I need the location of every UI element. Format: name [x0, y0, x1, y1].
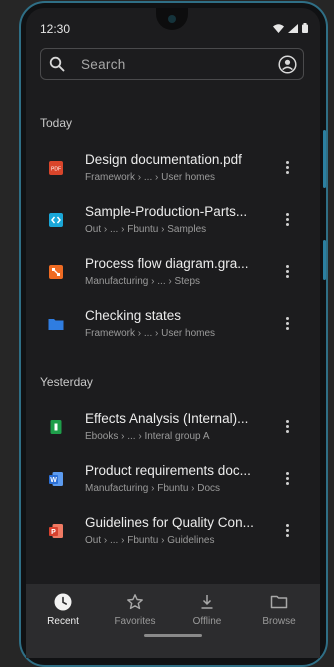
svg-text:W: W [50, 477, 57, 484]
home-indicator[interactable] [144, 634, 202, 637]
nav-label: Browse [262, 616, 296, 627]
svg-text:P: P [51, 529, 56, 536]
clock-icon [28, 592, 98, 612]
folder-outline-icon [244, 592, 314, 612]
diagram-file-icon [48, 264, 64, 280]
list-item[interactable]: Process flow diagram.gra... Manufacturin… [26, 252, 320, 300]
nav-tab-browse[interactable]: Browse [244, 592, 314, 627]
file-path: Out › ... › Fbuntu › Samples [85, 224, 207, 235]
bottom-navigation: Recent Favorites Offline Browse [26, 584, 320, 658]
file-name: Sample-Production-Parts... [85, 204, 248, 219]
status-time: 12:30 [40, 22, 71, 36]
more-options-icon[interactable] [276, 517, 298, 543]
file-name: Product requirements doc... [85, 463, 251, 478]
pdf-file-icon: PDF [48, 160, 64, 176]
nav-tab-favorites[interactable]: Favorites [100, 592, 170, 627]
account-icon[interactable] [278, 55, 297, 79]
word-file-icon: W [48, 471, 64, 487]
list-item[interactable]: Sample-Production-Parts... Out › ... › F… [26, 200, 320, 248]
more-options-icon[interactable] [276, 465, 298, 491]
spreadsheet-file-icon [48, 419, 64, 435]
nav-label: Offline [192, 616, 222, 627]
nav-tab-offline[interactable]: Offline [172, 592, 242, 627]
presentation-file-icon: P [48, 523, 64, 539]
file-path: Ebooks › ... › Interal group A [85, 431, 210, 442]
more-options-icon[interactable] [276, 154, 298, 180]
more-options-icon[interactable] [276, 258, 298, 284]
list-item[interactable]: W Product requirements doc... Manufactur… [26, 459, 320, 507]
list-item[interactable]: PDF Design documentation.pdf Framework ›… [26, 148, 320, 196]
status-bar: 12:30 [26, 8, 320, 44]
search-icon [49, 56, 65, 77]
download-icon [172, 592, 242, 612]
wifi-icon [273, 22, 284, 36]
screen: 12:30 Search Today PDF Design documentat… [26, 8, 320, 658]
svg-text:PDF: PDF [51, 167, 61, 173]
signal-icon [288, 22, 298, 36]
search-input[interactable]: Search [81, 57, 126, 72]
star-icon [100, 592, 170, 612]
section-title-today: Today [40, 116, 73, 130]
code-file-icon [48, 212, 64, 228]
list-item[interactable]: P Guidelines for Quality Con... Out › ..… [26, 511, 320, 559]
file-path: Out › ... › Fbuntu › Guidelines [85, 535, 215, 546]
file-path: Manufacturing › Fbuntu › Docs [85, 483, 221, 494]
camera-notch [156, 8, 188, 30]
section-title-yesterday: Yesterday [40, 375, 93, 389]
file-name: Checking states [85, 308, 182, 323]
nav-label: Recent [47, 616, 79, 627]
nav-label: Favorites [114, 616, 156, 627]
file-name: Process flow diagram.gra... [85, 256, 249, 271]
file-name: Guidelines for Quality Con... [85, 515, 254, 530]
more-options-icon[interactable] [276, 310, 298, 336]
search-bar[interactable]: Search [40, 48, 304, 80]
power-button [323, 240, 326, 280]
file-path: Framework › ... › User homes [85, 172, 216, 183]
more-options-icon[interactable] [276, 413, 298, 439]
file-path: Manufacturing › ... › Steps [85, 276, 201, 287]
folder-icon [48, 316, 64, 332]
status-icons [273, 22, 308, 36]
file-path: Framework › ... › User homes [85, 328, 216, 339]
nav-tab-recent[interactable]: Recent [28, 592, 98, 627]
more-options-icon[interactable] [276, 206, 298, 232]
file-name: Design documentation.pdf [85, 152, 242, 167]
battery-icon [302, 22, 308, 36]
file-name: Effects Analysis (Internal)... [85, 411, 249, 426]
list-item[interactable]: Checking states Framework › ... › User h… [26, 304, 320, 352]
list-item[interactable]: Effects Analysis (Internal)... Ebooks › … [26, 407, 320, 455]
volume-button [323, 130, 326, 188]
